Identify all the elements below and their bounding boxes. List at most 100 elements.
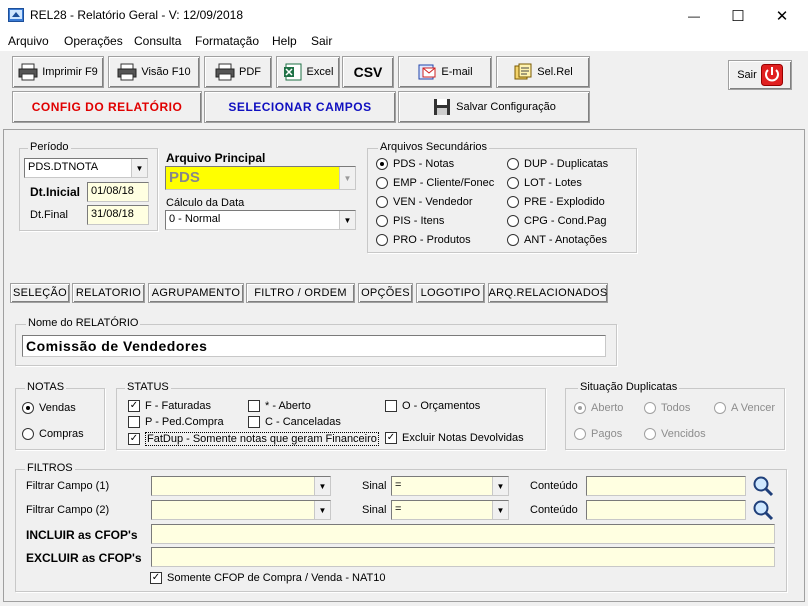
menu-sair[interactable]: Sair <box>311 34 332 48</box>
menu-help[interactable]: Help <box>272 34 297 48</box>
tab-filtro-ordem[interactable]: FILTRO / ORDEM <box>246 283 355 303</box>
csv-button[interactable]: CSV <box>342 56 394 88</box>
check-ped-compra[interactable]: P - Ped.Compra <box>128 416 224 428</box>
check-faturadas[interactable]: ✓ F - Faturadas <box>128 400 211 412</box>
toolbar: Imprimir F9 Visão F10 PDF Excel CSV E-ma… <box>0 51 808 125</box>
tab-logotipo[interactable]: LOGOTIPO <box>416 283 485 303</box>
sinal2-select[interactable]: = ▼ <box>391 500 509 520</box>
check-orcamentos[interactable]: O - Orçamentos <box>385 400 480 412</box>
printer-icon <box>18 63 38 81</box>
radio-icon <box>507 196 519 208</box>
sinal1-select[interactable]: = ▼ <box>391 476 509 496</box>
conteudo1-input[interactable] <box>586 476 746 496</box>
pdf-button[interactable]: PDF <box>204 56 272 88</box>
tab-arq-relacionados[interactable]: ARQ.RELACIONADOS <box>488 283 608 303</box>
periodo-legend: Período <box>28 141 71 153</box>
maximize-button[interactable]: ☐ <box>715 0 761 31</box>
tab-agrupamento[interactable]: AGRUPAMENTO <box>148 283 244 303</box>
pdf-printer-icon <box>215 63 235 81</box>
calc-data-select[interactable]: 0 - Normal ▼ <box>165 210 356 230</box>
sec-radio-pre[interactable]: PRE - Explodido <box>507 196 605 208</box>
chevron-down-icon: ▼ <box>131 159 147 177</box>
radio-icon <box>507 177 519 189</box>
radio-icon <box>507 234 519 246</box>
radio-icon <box>507 158 519 170</box>
dt-inicial-label: Dt.Inicial <box>30 185 81 199</box>
incluir-cfop-input[interactable] <box>151 524 775 544</box>
sec-radio-pro[interactable]: PRO - Produtos <box>376 234 471 246</box>
radio-icon <box>714 402 726 414</box>
conteudo2-input[interactable] <box>586 500 746 520</box>
preview-button[interactable]: Visão F10 <box>108 56 200 88</box>
filtrar-campo1-select[interactable]: ▼ <box>151 476 331 496</box>
sec-radio-ven[interactable]: VEN - Vendedor <box>376 196 473 208</box>
excluir-cfop-input[interactable] <box>151 547 775 567</box>
menu-operacoes[interactable]: Operações <box>64 34 123 48</box>
incluir-cfop-label: INCLUIR as CFOP's <box>26 528 138 542</box>
secundarios-legend: Arquivos Secundários <box>378 141 490 153</box>
title-bar: REL28 - Relatório Geral - V: 12/09/2018 … <box>0 0 808 31</box>
report-name-input[interactable]: Comissão de Vendedores <box>22 335 606 357</box>
print-button[interactable]: Imprimir F9 <box>12 56 104 88</box>
notas-legend: NOTAS <box>25 381 67 393</box>
notas-radio-vendas[interactable]: Vendas <box>22 402 76 414</box>
radio-icon <box>376 215 388 227</box>
sec-radio-emp[interactable]: EMP - Cliente/Fonec <box>376 177 494 189</box>
selrel-button[interactable]: Sel.Rel <box>496 56 590 88</box>
filtrar-campo2-label: Filtrar Campo (2) <box>26 504 110 516</box>
check-fatdup[interactable]: ✓ FatDup - Somente notas que geram Financ… <box>128 432 379 446</box>
menu-formatacao[interactable]: Formatação <box>195 34 259 48</box>
sec-radio-dup[interactable]: DUP - Duplicatas <box>507 158 608 170</box>
conteudo1-label: Conteúdo <box>530 480 578 492</box>
periodo-field-select[interactable]: PDS.DTNOTA ▼ <box>24 158 148 178</box>
status-legend: STATUS <box>125 381 171 393</box>
tab-relatorio[interactable]: RELATORIO <box>72 283 145 303</box>
sit-radio-todos[interactable]: Todos <box>644 402 690 414</box>
close-button[interactable]: ✕ <box>759 0 805 31</box>
check-aberto[interactable]: * - Aberto <box>248 400 311 412</box>
sit-radio-vencidos[interactable]: Vencidos <box>644 428 706 440</box>
email-button[interactable]: E-mail <box>398 56 492 88</box>
search-icon[interactable] <box>752 475 774 497</box>
sit-radio-aberto[interactable]: Aberto <box>574 402 623 414</box>
save-config-button[interactable]: Salvar Configuração <box>398 91 590 123</box>
sec-radio-lot[interactable]: LOT - Lotes <box>507 177 582 189</box>
principal-label: Arquivo Principal <box>166 151 266 165</box>
notas-radio-compras[interactable]: Compras <box>22 428 84 440</box>
exit-button[interactable]: Sair <box>728 60 792 90</box>
radio-icon <box>574 428 586 440</box>
check-somente-cfop[interactable]: ✓ Somente CFOP de Compra / Venda - NAT10 <box>150 572 385 584</box>
chevron-down-icon: ▼ <box>314 477 330 495</box>
sec-radio-cpg[interactable]: CPG - Cond.Pag <box>507 215 607 227</box>
principal-select[interactable]: PDS ▼ <box>165 166 356 190</box>
dt-final-input[interactable]: 31/08/18 <box>87 205 149 225</box>
minimize-button[interactable]: — <box>671 0 717 31</box>
sit-radio-pagos[interactable]: Pagos <box>574 428 622 440</box>
check-excluir-devolvidas[interactable]: ✓ Excluir Notas Devolvidas <box>385 432 524 444</box>
filtrar-campo2-select[interactable]: ▼ <box>151 500 331 520</box>
radio-icon <box>22 402 34 414</box>
check-icon: ✓ <box>150 572 162 584</box>
situacao-group: Situação Duplicatas <box>565 381 785 450</box>
sec-radio-pds[interactable]: PDS - Notas <box>376 158 454 170</box>
sec-radio-pis[interactable]: PIS - Itens <box>376 215 444 227</box>
check-canceladas[interactable]: C - Canceladas <box>248 416 341 428</box>
menu-arquivo[interactable]: Arquivo <box>8 34 49 48</box>
radio-icon <box>22 428 34 440</box>
tab-selecao[interactable]: SELEÇÃO <box>10 283 70 303</box>
search-icon[interactable] <box>752 499 774 521</box>
excel-icon <box>283 63 302 81</box>
filtrar-campo1-label: Filtrar Campo (1) <box>26 480 110 492</box>
dt-inicial-input[interactable]: 01/08/18 <box>87 182 149 202</box>
menu-consulta[interactable]: Consulta <box>134 34 181 48</box>
sit-radio-avencer[interactable]: A Vencer <box>714 402 775 414</box>
selrel-icon <box>514 63 532 80</box>
situacao-legend: Situação Duplicatas <box>578 381 680 393</box>
select-fields-button[interactable]: SELECIONAR CAMPOS <box>204 91 396 123</box>
config-report-button[interactable]: CONFIG DO RELATÓRIO <box>12 91 202 123</box>
excel-button[interactable]: Excel <box>276 56 340 88</box>
radio-icon <box>376 234 388 246</box>
sec-radio-ant[interactable]: ANT - Anotações <box>507 234 607 246</box>
tab-opcoes[interactable]: OPÇÕES <box>358 283 413 303</box>
radio-icon <box>644 402 656 414</box>
